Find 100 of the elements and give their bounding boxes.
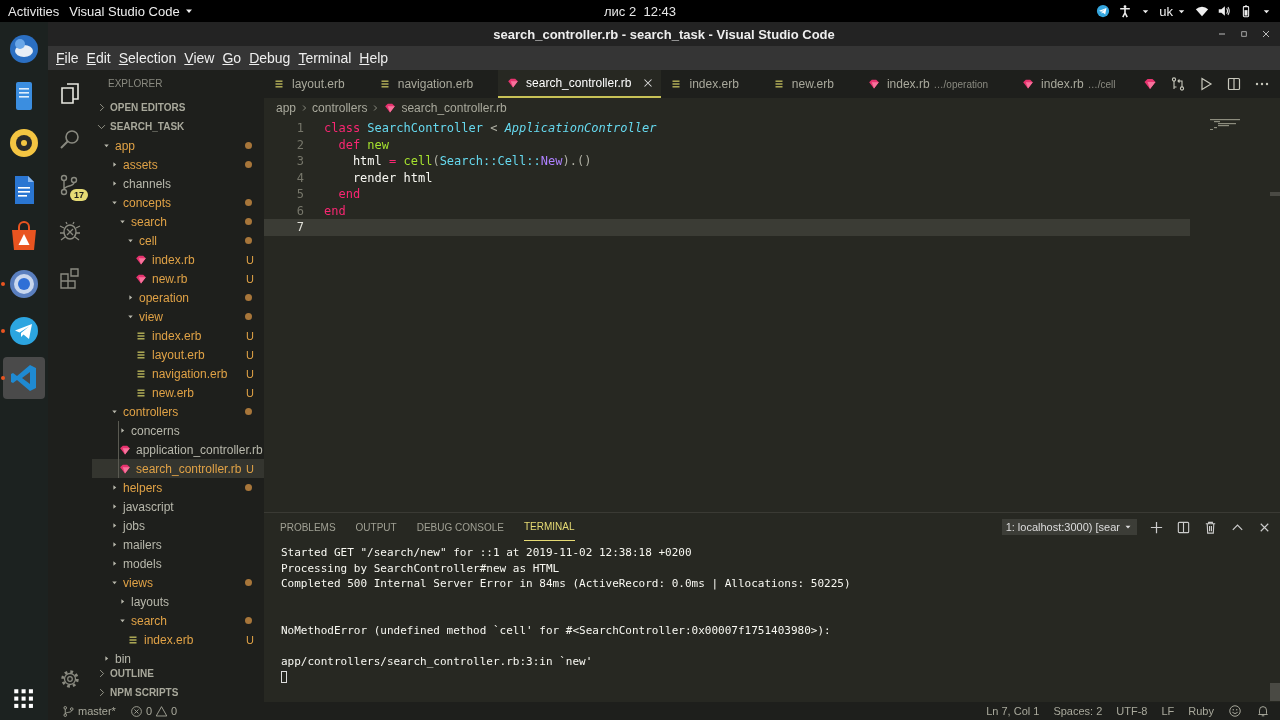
file-tree-item[interactable]: views (92, 573, 264, 592)
breadcrumb-item[interactable]: search_controller.rb (383, 100, 507, 115)
modified-dot (245, 484, 252, 491)
menu-item[interactable]: View (180, 50, 219, 66)
menu-item[interactable]: Debug (245, 50, 295, 66)
input-source-button[interactable]: uk (1159, 3, 1187, 19)
file-tree-item[interactable]: mailers (92, 535, 264, 554)
breadcrumb-item[interactable]: controllers (312, 100, 368, 115)
status-item[interactable]: Ruby (1188, 705, 1214, 717)
file-tree-item[interactable]: channels (92, 174, 264, 193)
panel-tab[interactable]: OUTPUT (355, 513, 397, 541)
menu-item[interactable]: Selection (114, 50, 181, 66)
window-title: search_controller.rb - search_task - Visual Studio Code (493, 26, 835, 42)
volume-icon[interactable] (1217, 4, 1231, 18)
editor-tab[interactable]: new.erb (763, 70, 859, 98)
terminal-dropdown[interactable]: 1: localhost:3000) [sear (1001, 519, 1137, 535)
running-indicator (1, 329, 5, 333)
file-tree-item[interactable]: concerns (92, 421, 264, 440)
editor-tab[interactable]: index.rb …/operation (858, 70, 1014, 98)
git-status-letter: U (246, 462, 254, 475)
modified-dot (245, 579, 252, 586)
file-tree-item[interactable]: search (92, 611, 264, 630)
menu-item[interactable]: Edit (82, 50, 115, 66)
section-header[interactable]: OPEN EDITORS (92, 98, 264, 117)
scrollbar-thumb[interactable] (1270, 192, 1280, 196)
ruby-gem-icon (1021, 77, 1036, 91)
activities-button[interactable]: Activities (8, 3, 60, 19)
section-header[interactable]: SEARCH_TASK (92, 117, 264, 136)
clock-button[interactable]: лис 2 12:43 (604, 3, 676, 19)
file-tree-item[interactable]: helpers (92, 478, 264, 497)
extensions-icon[interactable] (58, 265, 82, 289)
editor-tab[interactable]: search_controller.rb (498, 70, 662, 98)
file-tree-item[interactable]: navigation.erb U (92, 364, 264, 383)
file-tree-item[interactable]: operation (92, 288, 264, 307)
panel-tab[interactable]: PROBLEMS (280, 513, 336, 541)
trash-icon[interactable] (1203, 519, 1218, 535)
app-menu-button[interactable]: Visual Studio Code (69, 3, 195, 19)
file-tree-item[interactable]: javascript (92, 497, 264, 516)
accessibility-icon[interactable] (1118, 4, 1133, 18)
file-tree-item[interactable]: layout.erb U (92, 345, 264, 364)
wifi-icon[interactable] (1195, 4, 1209, 18)
status-item[interactable]: UTF-8 (1116, 705, 1148, 717)
editor-tab[interactable]: layout.erb (264, 70, 370, 98)
panel-tab[interactable]: DEBUG CONSOLE (416, 513, 504, 541)
file-tree-item[interactable]: app (92, 136, 264, 155)
file-tree-item[interactable]: view (92, 307, 264, 326)
branch-button[interactable]: master* (62, 704, 116, 718)
compare-icon[interactable] (1170, 76, 1186, 92)
editor-tab[interactable]: navigation.erb (369, 70, 499, 98)
panel-tab[interactable]: TERMINAL (523, 513, 575, 541)
menu-item[interactable]: Help (355, 50, 393, 66)
menu-item[interactable]: Go (218, 50, 246, 66)
status-item[interactable]: Ln 7, Col 1 (986, 705, 1040, 717)
modified-dot (245, 142, 252, 149)
status-item[interactable]: Spaces: 2 (1053, 705, 1103, 717)
paper-plane-icon[interactable] (1096, 4, 1111, 18)
file-tree-item[interactable]: assets (92, 155, 264, 174)
file-tree-item[interactable]: controllers (92, 402, 264, 421)
scrollbar-thumb[interactable] (1270, 683, 1280, 701)
file-tree-item[interactable]: new.rb U (92, 269, 264, 288)
problems-button[interactable]: 0 0 (129, 704, 178, 718)
menu-item[interactable]: Terminal (294, 50, 356, 66)
smiley-icon[interactable] (1228, 704, 1242, 718)
section-header[interactable]: NPM SCRIPTS (92, 683, 264, 702)
editor-tab[interactable]: index.erb (661, 70, 764, 98)
status-item[interactable]: LF (1161, 705, 1175, 717)
run-icon[interactable] (1198, 76, 1214, 92)
close-button[interactable] (1260, 28, 1272, 40)
search-icon[interactable] (58, 127, 82, 151)
plus-icon[interactable] (1149, 519, 1164, 535)
modified-dot (245, 218, 252, 225)
running-indicator (1, 282, 5, 286)
file-tree-item[interactable]: cell (92, 231, 264, 250)
file-tree-item[interactable]: jobs (92, 516, 264, 535)
menu-item[interactable]: File (52, 50, 83, 66)
bug-icon[interactable] (58, 219, 82, 243)
line-number: 4 (295, 170, 305, 185)
maximize-button[interactable] (1238, 28, 1250, 40)
file-tree-item[interactable]: new.erb U (92, 383, 264, 402)
file-tree-item[interactable]: models (92, 554, 264, 573)
file-tree-item[interactable]: index.erb U (92, 326, 264, 345)
file-tree-item[interactable]: concepts (92, 193, 264, 212)
file-tree-item[interactable]: index.erb U (92, 630, 264, 649)
explorer-icon[interactable] (58, 81, 82, 105)
file-tree-item[interactable]: search (92, 212, 264, 231)
line-number: 2 (295, 137, 305, 152)
running-indicator (1, 376, 5, 380)
split-editor-icon[interactable] (1226, 76, 1242, 92)
terminal-line: NoMethodError (undefined method `cell' for #<SearchController:0x00007f1751403980>): (281, 622, 832, 638)
file-tree-item[interactable]: application_controller.rb (92, 440, 264, 459)
editor-tab[interactable]: index.rb …/cell (1013, 70, 1141, 98)
bell-icon[interactable] (1256, 704, 1270, 718)
git-status-letter: U (246, 386, 254, 399)
file-tree-item[interactable]: layouts (92, 592, 264, 611)
settings-icon[interactable] (59, 668, 81, 690)
breadcrumb-item[interactable]: app (276, 100, 297, 115)
file-tree-item[interactable]: index.rb U (92, 250, 264, 269)
music-player-icon (8, 127, 40, 159)
split-icon[interactable] (1176, 519, 1191, 535)
file-tree-item[interactable]: search_controller.rb U (92, 459, 264, 478)
